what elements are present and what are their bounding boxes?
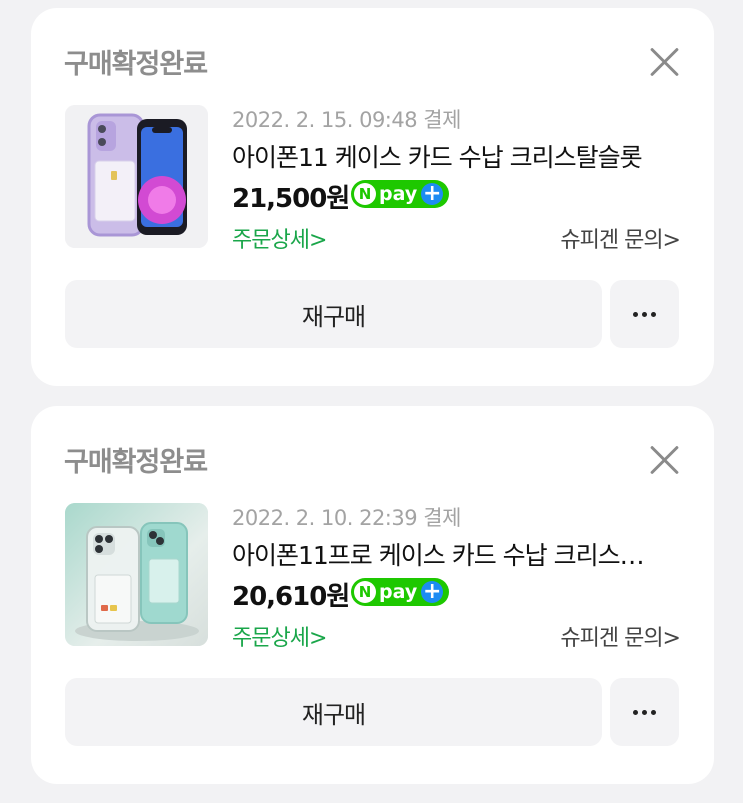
more-dot-icon bbox=[633, 311, 638, 317]
more-options-button[interactable] bbox=[610, 678, 679, 746]
payment-date: 2022. 2. 15. 09:48 결제 bbox=[232, 108, 461, 132]
npay-plus-icon: + bbox=[421, 181, 444, 206]
seller-inquiry-link[interactable]: 슈피겐 문의> bbox=[560, 222, 681, 254]
product-price: 21,500원 bbox=[232, 184, 350, 214]
product-name[interactable]: 아이폰11프로 케이스 카드 수납 크리스… bbox=[232, 536, 682, 572]
product-thumbnail[interactable] bbox=[65, 105, 208, 248]
order-list: 구매확정완료 2022. 2. 15. 09:48 결제 아이폰11 케이스 카… bbox=[0, 0, 743, 803]
npay-badge: N pay + bbox=[351, 578, 449, 606]
npay-label: pay bbox=[379, 581, 418, 603]
close-icon[interactable] bbox=[649, 444, 681, 476]
order-status: 구매확정완료 bbox=[64, 447, 208, 478]
npay-badge: N pay + bbox=[351, 180, 449, 208]
more-dot-icon bbox=[651, 311, 656, 317]
npay-plus-icon: + bbox=[421, 579, 444, 604]
order-status: 구매확정완료 bbox=[64, 49, 208, 80]
more-dot-icon bbox=[642, 311, 647, 317]
order-detail-link[interactable]: 주문상세> bbox=[232, 620, 327, 652]
rebuy-button[interactable]: 재구매 bbox=[65, 678, 602, 746]
seller-inquiry-link[interactable]: 슈피겐 문의> bbox=[560, 620, 681, 652]
more-dot-icon bbox=[651, 709, 656, 715]
npay-n-icon: N bbox=[354, 183, 376, 205]
more-dot-icon bbox=[642, 709, 647, 715]
phone-case-clear-icon bbox=[65, 503, 208, 646]
order-card: 구매확정완료 2022. 2. 10. 22:39 결제 아이폰11프로 케이스… bbox=[31, 406, 714, 784]
close-icon[interactable] bbox=[649, 46, 681, 78]
phone-case-purple-icon bbox=[65, 105, 208, 248]
npay-label: pay bbox=[379, 183, 418, 205]
product-name[interactable]: 아이폰11 케이스 카드 수납 크리스탈슬롯 bbox=[232, 138, 682, 174]
order-detail-link[interactable]: 주문상세> bbox=[232, 222, 327, 254]
order-card: 구매확정완료 2022. 2. 15. 09:48 결제 아이폰11 케이스 카… bbox=[31, 8, 714, 386]
more-options-button[interactable] bbox=[610, 280, 679, 348]
payment-date: 2022. 2. 10. 22:39 결제 bbox=[232, 506, 461, 530]
product-thumbnail[interactable] bbox=[65, 503, 208, 646]
rebuy-button[interactable]: 재구매 bbox=[65, 280, 602, 348]
npay-n-icon: N bbox=[354, 581, 376, 603]
more-dot-icon bbox=[633, 709, 638, 715]
product-price: 20,610원 bbox=[232, 582, 350, 612]
